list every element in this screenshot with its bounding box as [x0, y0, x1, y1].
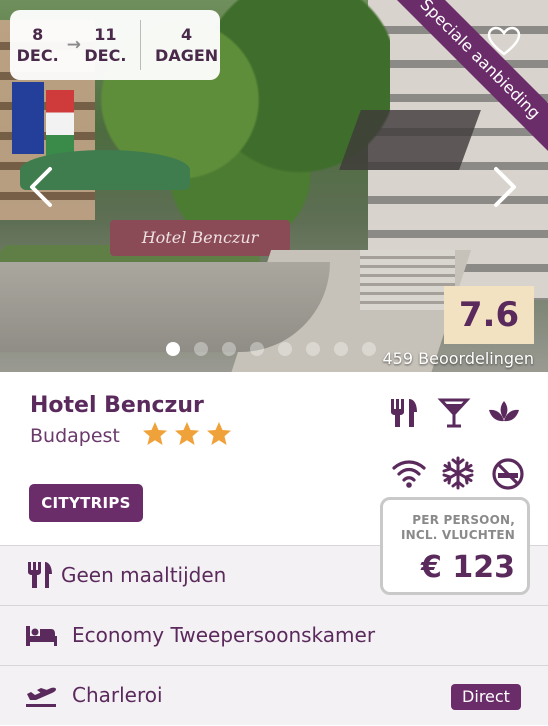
restaurant-icon [28, 562, 52, 588]
restaurant-icon [391, 399, 417, 427]
trip-duration: 4 DAGEN [155, 25, 219, 65]
wifi-icon [392, 460, 426, 488]
chevron-left-icon[interactable] [24, 165, 60, 209]
bed-icon [26, 626, 57, 646]
price-value: € 123 [421, 550, 515, 585]
photo-flag-hungary [46, 90, 74, 158]
photo-entrance-canopy [339, 110, 481, 170]
heart-icon[interactable] [487, 26, 521, 56]
carousel-dot[interactable] [194, 342, 208, 356]
photo-hotel-sign: Hotel Benczur [110, 220, 290, 256]
carousel-dot[interactable] [306, 342, 320, 356]
photo-stairs [360, 250, 455, 310]
star-icon [143, 422, 167, 445]
carousel-dots [166, 342, 376, 356]
end-date: 11 DEC. [84, 25, 127, 65]
date-divider [140, 20, 142, 70]
carousel-dot[interactable] [166, 342, 180, 356]
plane-departure-icon [26, 687, 56, 707]
price-label: PER PERSOON, INCL. VLUCHTEN [400, 513, 515, 542]
board-label: Geen maaltijden [61, 563, 227, 587]
date-range: 8 DEC. → 11 DEC. 4 DAGEN [10, 10, 220, 80]
hotel-photo[interactable]: Hotel Benczur 8 DEC. → 11 DEC. 4 DAGEN S… [0, 0, 548, 372]
arrow-right-icon: → [66, 35, 82, 55]
carousel-dot[interactable] [278, 342, 292, 356]
star-icon [175, 422, 199, 445]
carousel-dot[interactable] [222, 342, 236, 356]
hotel-name[interactable]: Hotel Benczur [30, 393, 204, 418]
photo-wall [0, 262, 330, 352]
hotel-card[interactable]: Hotel Benczur 8 DEC. → 11 DEC. 4 DAGEN S… [0, 0, 548, 726]
no-smoking-icon [492, 458, 524, 490]
star-rating [142, 421, 232, 447]
room-label: Economy Tweepersoonskamer [72, 623, 376, 647]
carousel-dot[interactable] [362, 342, 376, 356]
bar-icon [437, 398, 471, 428]
category-tag[interactable]: CITYTRIPS [29, 484, 143, 522]
start-date: 8 DEC. [16, 25, 59, 65]
review-score: 7.6 [444, 286, 534, 344]
air-conditioning-icon [442, 456, 474, 490]
carousel-dot[interactable] [250, 342, 264, 356]
price-box[interactable]: PER PERSOON, INCL. VLUCHTEN € 123 [380, 497, 530, 595]
hotel-city: Budapest [30, 425, 120, 447]
departure-airport: Charleroi [72, 683, 163, 707]
spa-icon [489, 401, 519, 422]
chevron-right-icon[interactable] [486, 165, 522, 209]
photo-flag-eu [12, 82, 44, 154]
review-count[interactable]: 459 Beoordelingen [383, 349, 535, 368]
list-item-room: Economy Tweepersoonskamer [0, 605, 548, 665]
direct-flight-badge: Direct [451, 684, 521, 710]
carousel-dot[interactable] [334, 342, 348, 356]
star-icon [207, 422, 231, 445]
